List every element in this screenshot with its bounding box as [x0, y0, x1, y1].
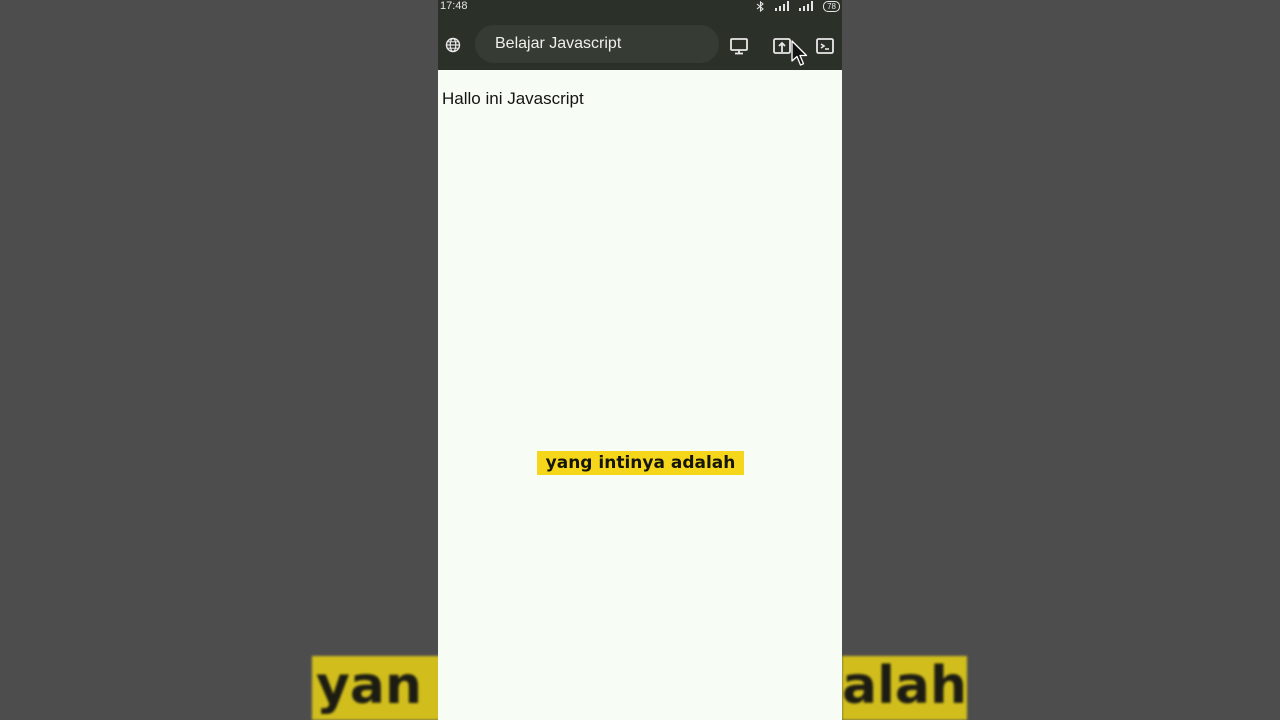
console-icon[interactable]	[814, 35, 836, 57]
background-caption-right-text: alah	[842, 656, 967, 716]
desktop-icon[interactable]	[728, 35, 750, 57]
status-icons: 78	[756, 0, 840, 12]
background-caption-left: yan	[312, 656, 442, 720]
page-title: Belajar Javascript	[495, 35, 622, 52]
mouse-pointer-icon	[791, 40, 808, 66]
signal-icon	[775, 1, 790, 11]
bluetooth-icon	[756, 0, 764, 12]
background-caption-left-text: yan	[316, 656, 423, 716]
status-time: 17:48	[440, 0, 468, 12]
browser-toolbar: Belajar Javascript	[438, 12, 842, 70]
background-caption-right: alah	[842, 656, 967, 720]
address-bar[interactable]: Belajar Javascript	[475, 25, 719, 63]
page-body-text: Hallo ini Javascript	[442, 89, 584, 108]
status-bar: 17:48 78	[438, 0, 842, 12]
battery-level: 78	[823, 0, 840, 12]
signal-icon	[799, 1, 814, 11]
video-caption: yang intinya adalah	[537, 451, 744, 475]
open-tab-icon[interactable]	[771, 35, 793, 57]
globe-icon[interactable]	[444, 36, 462, 54]
phone-screen: 17:48 78 Belajar Javascript Hallo ini Ja…	[438, 0, 842, 720]
